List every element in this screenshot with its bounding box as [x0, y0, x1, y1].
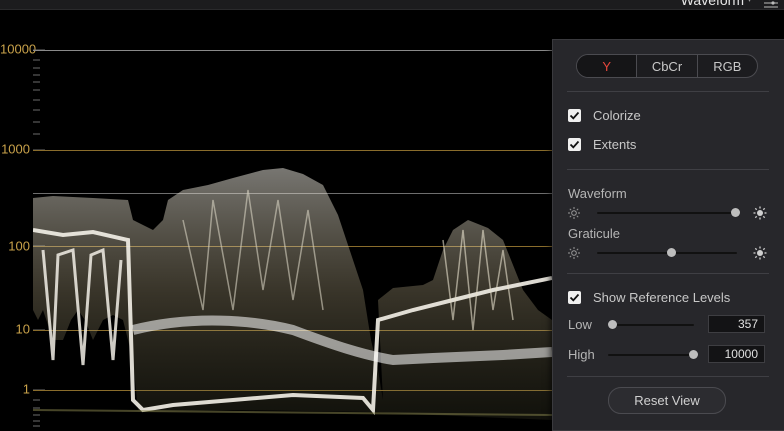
checkmark-icon: [569, 293, 580, 302]
extents-checkbox[interactable]: [568, 137, 581, 151]
brightness-low-icon: [568, 247, 580, 259]
brightness-high-icon: [753, 206, 767, 220]
options-icon[interactable]: [762, 0, 780, 9]
scope-type-selector[interactable]: Waveform: [681, 0, 744, 8]
y-axis-label-10000: 10000: [0, 41, 37, 57]
graticule-brightness-slider[interactable]: [567, 246, 767, 260]
checkmark-icon: [569, 111, 580, 120]
checkmark-icon: [569, 140, 580, 149]
y-axis-label-1000: 1000: [1, 141, 30, 157]
reset-view-button[interactable]: Reset View: [608, 387, 726, 414]
mode-cbcr-button[interactable]: CbCr: [636, 55, 696, 77]
low-level-slider[interactable]: [608, 318, 698, 332]
waveform-brightness-track[interactable]: [597, 212, 737, 214]
colorize-label: Colorize: [593, 107, 641, 123]
y-axis-label-100: 100: [8, 238, 30, 254]
waveform-brightness-slider[interactable]: [567, 206, 767, 220]
divider: [567, 169, 769, 170]
divider: [567, 91, 769, 92]
graticule-brightness-label: Graticule: [568, 226, 621, 241]
low-level-knob[interactable]: [608, 320, 617, 329]
y-axis-label-10: 10: [15, 321, 30, 337]
high-level-label: High: [568, 347, 595, 362]
high-level-knob[interactable]: [689, 350, 698, 359]
scope-header: Waveform ▾: [0, 0, 784, 10]
colorize-checkbox-row[interactable]: Colorize: [568, 106, 641, 124]
waveform-settings-panel: Y CbCr RGB Colorize Extents Waveform Gra…: [552, 39, 784, 431]
low-level-track[interactable]: [608, 324, 694, 326]
show-reference-levels-row[interactable]: Show Reference Levels: [568, 288, 730, 306]
high-level-track[interactable]: [608, 354, 694, 356]
graticule-brightness-knob[interactable]: [667, 248, 676, 257]
waveform-brightness-label: Waveform: [568, 186, 627, 201]
colorize-checkbox[interactable]: [568, 108, 581, 122]
low-level-input[interactable]: 357: [708, 315, 765, 333]
brightness-low-icon: [568, 207, 580, 219]
extents-checkbox-row[interactable]: Extents: [568, 135, 636, 153]
show-reference-levels-label: Show Reference Levels: [593, 289, 731, 305]
waveform-trace: [33, 168, 552, 420]
low-level-label: Low: [568, 317, 592, 332]
mode-y-button[interactable]: Y: [577, 55, 637, 77]
show-reference-levels-checkbox[interactable]: [568, 290, 581, 304]
divider: [567, 376, 769, 377]
high-level-slider[interactable]: [608, 348, 698, 362]
chevron-down-icon[interactable]: ▾: [747, 0, 752, 5]
brightness-high-icon: [753, 246, 767, 260]
extents-label: Extents: [593, 136, 637, 152]
y-axis-label-1: 1: [22, 381, 30, 397]
mode-segmented-control: Y CbCr RGB: [576, 54, 758, 78]
divider: [567, 273, 769, 274]
high-level-input[interactable]: 10000: [708, 345, 765, 363]
waveform-brightness-knob[interactable]: [731, 208, 740, 217]
mode-rgb-button[interactable]: RGB: [696, 55, 757, 77]
